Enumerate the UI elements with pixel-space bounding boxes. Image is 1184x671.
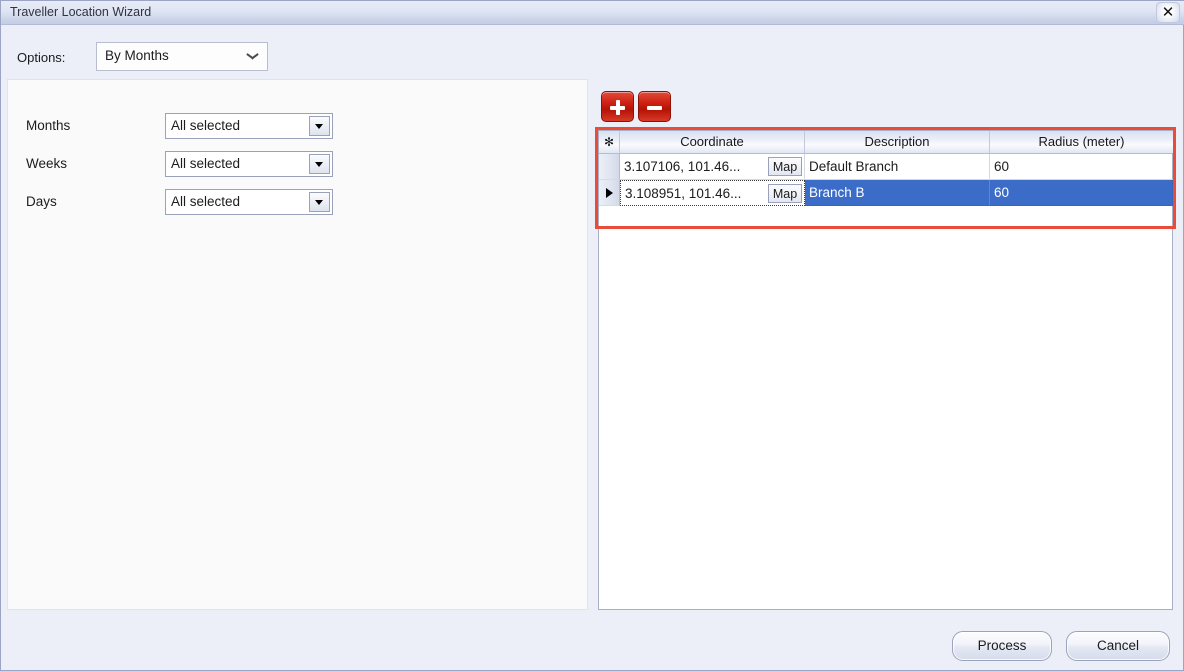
map-button[interactable]: Map [768, 184, 802, 203]
cell-radius[interactable]: 60 [990, 180, 1173, 206]
add-location-button[interactable] [601, 91, 634, 122]
triangle-down-icon [315, 124, 323, 129]
cancel-button[interactable]: Cancel [1066, 631, 1170, 661]
row-selector[interactable] [599, 180, 620, 206]
coordinate-text: 3.107106, 101.46... [624, 159, 741, 174]
titlebar: Traveller Location Wizard ✕ [1, 1, 1184, 25]
days-label: Days [26, 194, 57, 209]
weeks-dropdown[interactable]: All selected [165, 151, 333, 177]
months-dropdown-value: All selected [171, 118, 241, 133]
days-dropdown[interactable]: All selected [165, 189, 333, 215]
triangle-down-icon [315, 200, 323, 205]
window-title: Traveller Location Wizard [10, 5, 152, 19]
grid-header-coordinate[interactable]: Coordinate [620, 131, 805, 153]
map-button[interactable]: Map [768, 157, 802, 176]
weeks-label: Weeks [26, 156, 68, 171]
grid-header-description[interactable]: Description [805, 131, 990, 153]
row-selector[interactable] [599, 154, 620, 180]
options-dropdown[interactable]: By Months [96, 42, 268, 71]
chevron-down-icon [247, 53, 258, 60]
cell-radius[interactable]: 60 [990, 154, 1173, 180]
remove-location-button[interactable] [638, 91, 671, 122]
options-label: Options: [17, 50, 66, 65]
weeks-dropdown-value: All selected [171, 156, 241, 171]
locations-grid[interactable]: ✻ Coordinate Description Radius (meter) … [598, 130, 1173, 610]
close-icon: ✕ [1161, 3, 1175, 21]
traveller-location-wizard-dialog: Traveller Location Wizard ✕ Options: By … [0, 0, 1184, 671]
current-row-arrow-icon [606, 188, 613, 198]
grid-header-radius[interactable]: Radius (meter) [990, 131, 1173, 153]
days-dropdown-value: All selected [171, 194, 241, 209]
table-row[interactable]: 3.107106, 101.46... Map Default Branch 6… [599, 154, 1173, 180]
close-button[interactable]: ✕ [1156, 2, 1180, 23]
months-dropdown[interactable]: All selected [165, 113, 333, 139]
months-label: Months [26, 118, 71, 133]
cell-coordinate[interactable]: 3.108951, 101.46... Map [620, 180, 805, 206]
days-dropdown-button[interactable] [309, 192, 330, 212]
table-row[interactable]: 3.108951, 101.46... Map Branch B 60 [599, 180, 1173, 206]
weeks-dropdown-button[interactable] [309, 154, 330, 174]
cell-coordinate[interactable]: 3.107106, 101.46... Map [620, 154, 805, 180]
grid-header-row-selector[interactable]: ✻ [599, 131, 620, 153]
coordinate-text: 3.108951, 101.46... [625, 186, 742, 201]
months-dropdown-button[interactable] [309, 116, 330, 136]
cell-description[interactable]: Default Branch [805, 154, 990, 180]
triangle-down-icon [315, 162, 323, 167]
cell-description[interactable]: Branch B [805, 180, 990, 206]
grid-header-row: ✻ Coordinate Description Radius (meter) [599, 131, 1173, 154]
minus-icon [647, 106, 662, 110]
process-button[interactable]: Process [952, 631, 1052, 661]
options-dropdown-value: By Months [105, 48, 169, 63]
